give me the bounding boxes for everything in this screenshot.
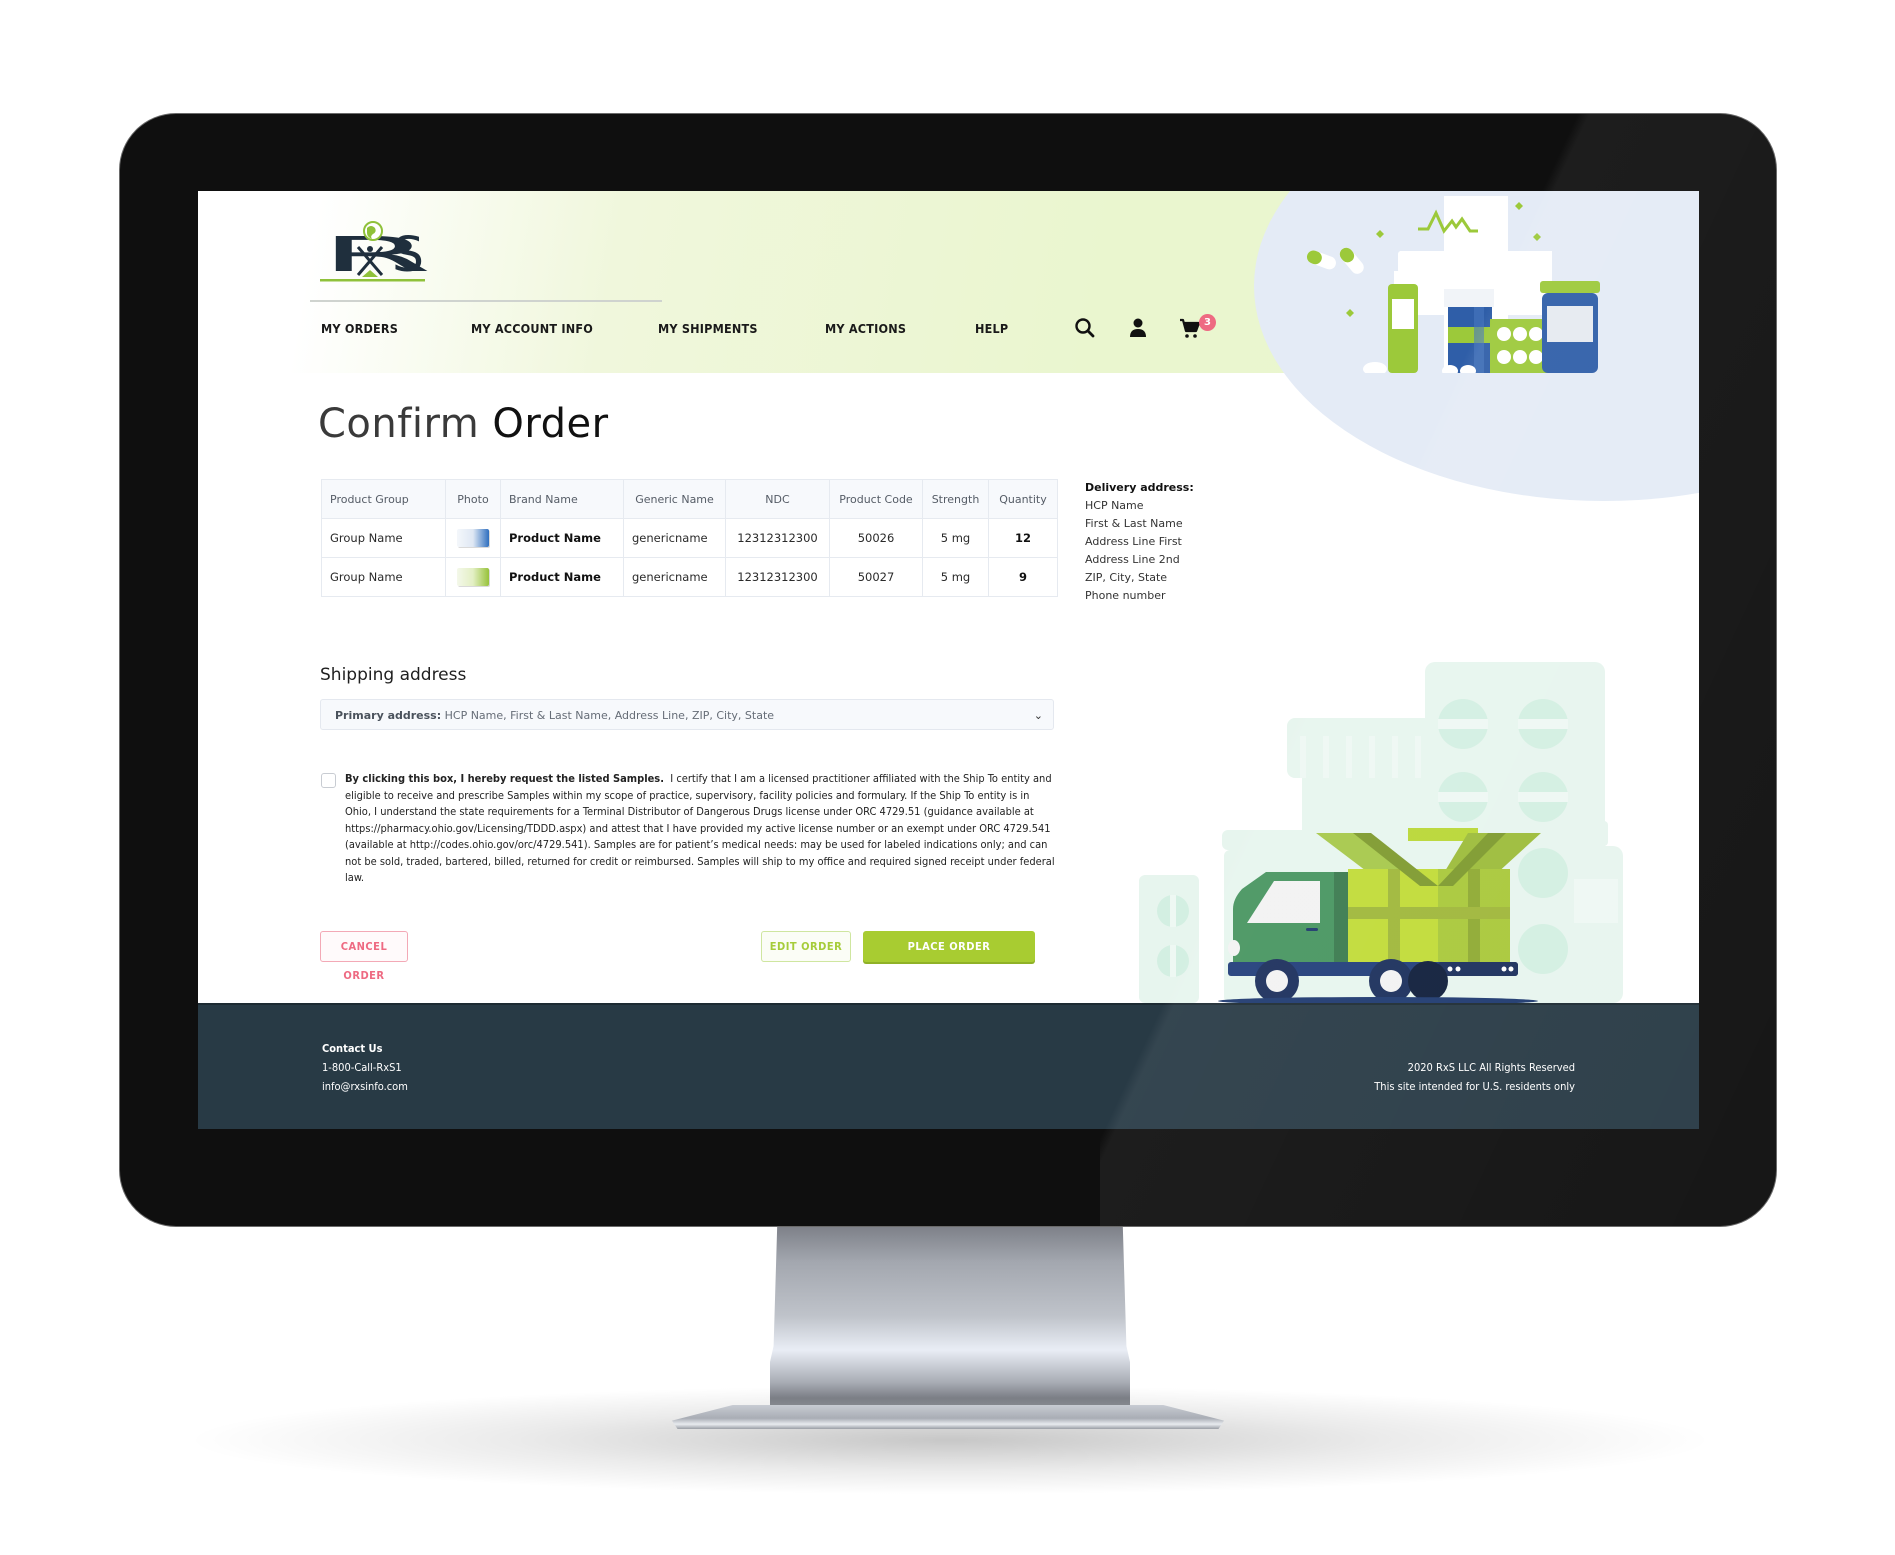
delivery-line-phone: Phone number bbox=[1085, 589, 1166, 602]
cell-strength: 5 mg bbox=[922, 557, 989, 597]
delivery-truck-illustration bbox=[1139, 662, 1623, 1003]
col-strength: Strength bbox=[922, 479, 989, 519]
col-photo: Photo bbox=[445, 479, 501, 519]
terms-lead: By clicking this box, I hereby request t… bbox=[345, 772, 664, 785]
terms-body: I certify that I am a licensed practitio… bbox=[345, 772, 1055, 884]
screen: R S MY ORDERS MY ACCOUNT INFO MY SHIPMEN… bbox=[198, 191, 1699, 1129]
footer-contact-heading: Contact Us bbox=[322, 1042, 383, 1055]
cell-quantity: 9 bbox=[988, 557, 1058, 597]
footer-residency-notice: This site intended for U.S. residents on… bbox=[1374, 1080, 1575, 1093]
cancel-order-button[interactable]: CANCEL ORDER bbox=[320, 931, 408, 982]
search-icon[interactable] bbox=[1073, 316, 1097, 340]
col-product-group: Product Group bbox=[321, 479, 446, 519]
cell-photo bbox=[445, 518, 501, 558]
col-brand-name: Brand Name bbox=[500, 479, 624, 519]
order-items-table: Product Group Photo Brand Name Generic N… bbox=[321, 479, 1058, 597]
cell-product-code: 50026 bbox=[829, 518, 923, 558]
site-header: R S MY ORDERS MY ACCOUNT INFO MY SHIPMEN… bbox=[198, 191, 1699, 501]
cell-ndc: 12312312300 bbox=[725, 557, 830, 597]
site-footer: Contact Us 1-800-Call-RxS1 info@rxsinfo.… bbox=[198, 1003, 1699, 1129]
page-title-light: Confirm bbox=[318, 401, 480, 447]
cell-photo bbox=[445, 557, 501, 597]
delivery-line-zip-city-state: ZIP, City, State bbox=[1085, 571, 1168, 584]
delivery-address: Delivery address: HCP Name First & Last … bbox=[1085, 479, 1194, 605]
product-image[interactable] bbox=[457, 529, 489, 547]
delivery-line-hcp: HCP Name bbox=[1085, 499, 1144, 512]
logo-divider bbox=[310, 300, 662, 302]
shipping-address-heading: Shipping address bbox=[320, 665, 467, 685]
terms-text: By clicking this box, I hereby request t… bbox=[345, 771, 1055, 887]
chevron-down-icon[interactable]: ⌄ bbox=[1034, 700, 1043, 731]
footer-contact: Contact Us 1-800-Call-RxS1 info@rxsinfo.… bbox=[322, 1039, 408, 1096]
col-product-code: Product Code bbox=[829, 479, 923, 519]
place-order-button[interactable]: PLACE ORDER bbox=[863, 931, 1035, 962]
delivery-line-name: First & Last Name bbox=[1085, 517, 1183, 530]
cell-brand-name: Product Name bbox=[500, 518, 624, 558]
monitor-stand bbox=[770, 1226, 1130, 1426]
terms-checkbox[interactable] bbox=[321, 773, 336, 788]
svg-text:S: S bbox=[392, 227, 424, 283]
col-quantity: Quantity bbox=[988, 479, 1058, 519]
footer-legal: 2020 RxS LLC All Rights Reserved This si… bbox=[1374, 1058, 1575, 1096]
cell-brand-name: Product Name bbox=[500, 557, 624, 597]
nav-my-shipments[interactable]: MY SHIPMENTS bbox=[658, 321, 758, 336]
user-icon[interactable] bbox=[1126, 316, 1150, 340]
product-image[interactable] bbox=[457, 568, 489, 586]
cell-quantity: 12 bbox=[988, 518, 1058, 558]
cell-product-group: Group Name bbox=[321, 557, 446, 597]
nav-my-account-info[interactable]: MY ACCOUNT INFO bbox=[471, 321, 593, 336]
nav-my-orders[interactable]: MY ORDERS bbox=[321, 321, 398, 336]
footer-email[interactable]: info@rxsinfo.com bbox=[322, 1077, 408, 1096]
pharmacy-illustration bbox=[1306, 196, 1600, 373]
cell-generic-name: genericname bbox=[623, 557, 726, 597]
shipping-select-value: HCP Name, First & Last Name, Address Lin… bbox=[444, 709, 775, 722]
shipping-select-label: Primary address: bbox=[335, 709, 442, 722]
table-row: Group Name Product Name genericname 1231… bbox=[321, 518, 1058, 558]
delivery-line-address-1: Address Line First bbox=[1085, 535, 1182, 548]
table-header-row: Product Group Photo Brand Name Generic N… bbox=[321, 479, 1058, 519]
cell-strength: 5 mg bbox=[922, 518, 989, 558]
cell-ndc: 12312312300 bbox=[725, 518, 830, 558]
nav-my-actions[interactable]: MY ACTIONS bbox=[825, 321, 906, 336]
table-row: Group Name Product Name genericname 1231… bbox=[321, 557, 1058, 597]
col-ndc: NDC bbox=[725, 479, 830, 519]
footer-copyright: 2020 RxS LLC All Rights Reserved bbox=[1407, 1061, 1575, 1074]
nav-help[interactable]: HELP bbox=[975, 321, 1008, 336]
page-title-bold: Order bbox=[492, 401, 609, 447]
delivery-address-label: Delivery address: bbox=[1085, 481, 1194, 494]
footer-phone[interactable]: 1-800-Call-RxS1 bbox=[322, 1058, 408, 1077]
monitor-base bbox=[672, 1405, 1224, 1429]
delivery-line-address-2: Address Line 2nd bbox=[1085, 553, 1180, 566]
shipping-address-select[interactable]: Primary address: HCP Name, First & Last … bbox=[320, 699, 1054, 730]
cell-generic-name: genericname bbox=[623, 518, 726, 558]
page-title: Confirm Order bbox=[318, 401, 609, 447]
cart-count-badge: 3 bbox=[1199, 314, 1216, 331]
rxs-logo[interactable]: R S bbox=[320, 219, 430, 283]
edit-order-button[interactable]: EDIT ORDER bbox=[761, 931, 851, 962]
col-generic-name: Generic Name bbox=[623, 479, 726, 519]
cell-product-group: Group Name bbox=[321, 518, 446, 558]
cell-product-code: 50027 bbox=[829, 557, 923, 597]
